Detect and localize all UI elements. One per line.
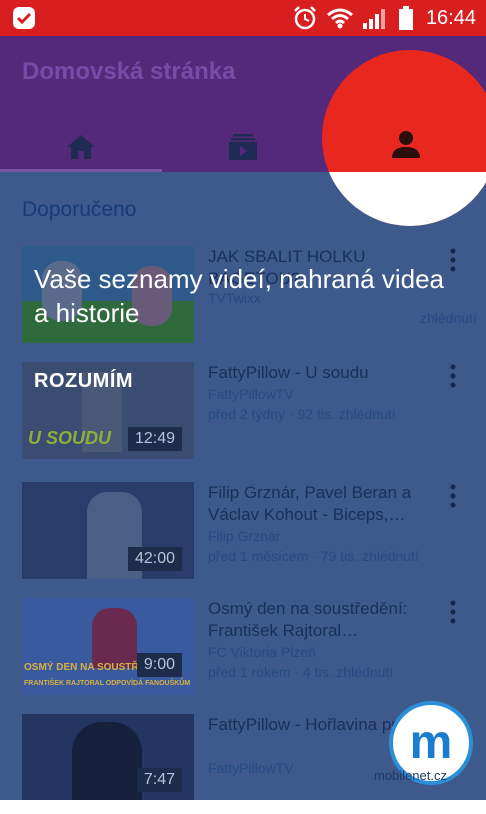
video-menu-icon[interactable] [449,600,457,624]
clock-time: 16:44 [425,6,476,29]
battery-icon [398,6,413,30]
video-meta: před 2 týdny · 92 tis. zhlédnutí [208,406,396,422]
feature-spotlight [322,50,486,226]
video-channel: FC Viktoria Plzeň [208,644,316,660]
status-bar: 16:44 [0,0,486,36]
subscriptions-icon [229,134,257,160]
video-meta: před 1 rokem · 4 tis. zhlédnutí [208,664,394,680]
video-title: Osmý den na soustředění: František Rajto… [208,599,408,640]
signal-icon [362,9,385,29]
video-channel: FattyPillowTV [208,386,294,402]
video-duration: 12:49 [127,427,182,451]
video-thumbnail: 42:00 [22,482,194,579]
page-title: Domovská stránka [22,58,236,85]
got-it-button[interactable]: ROZUMÍM [34,370,133,393]
video-item[interactable]: OSMÝ DEN NA SOUSTŘEDĚNÍ FRANTIŠEK RAJTOR… [0,598,486,698]
video-meta: před 1 měsícem · 79 tis. zhlédnutí [208,548,419,564]
spotlight-lower [322,172,486,226]
home-icon [67,135,95,159]
alarm-icon [294,6,316,30]
video-duration: 7:47 [136,768,182,792]
thumbnail-subtext: FRANTIŠEK RAJTORAL ODPOVÍDÁ FANOUŠKŮM [24,680,191,687]
video-channel: Filip Grznár [208,528,281,544]
feature-hint-text: Vaše seznamy videí, nahraná videa a hist… [34,264,444,328]
video-duration: 9:00 [136,653,182,677]
video-menu-icon[interactable] [449,484,457,508]
video-duration: 42:00 [127,547,182,571]
video-title: Filip Grznár, Pavel Beran a Václav Kohou… [208,483,412,524]
active-tab-indicator [0,169,162,172]
tab-subscriptions[interactable] [162,122,324,172]
video-channel: FattyPillowTV [208,760,294,776]
watermark-logo-letter: m [410,716,453,769]
video-menu-icon[interactable] [449,364,457,388]
account-icon[interactable] [390,128,422,160]
tab-home[interactable] [0,122,162,172]
video-item[interactable]: 42:00 Filip Grznár, Pavel Beran a Václav… [0,482,486,582]
app-notification-icon [13,7,35,29]
video-title: FattyPillow - U soudu [208,363,369,382]
section-title: Doporučeno [22,198,137,221]
wifi-icon [326,8,353,29]
video-thumbnail: 7:47 [22,714,194,800]
video-thumbnail: OSMÝ DEN NA SOUSTŘEDĚNÍ FRANTIŠEK RAJTOR… [22,598,194,695]
watermark-text: mobilenet.cz [374,768,447,783]
thumbnail-text: U SOUDU [28,428,112,448]
